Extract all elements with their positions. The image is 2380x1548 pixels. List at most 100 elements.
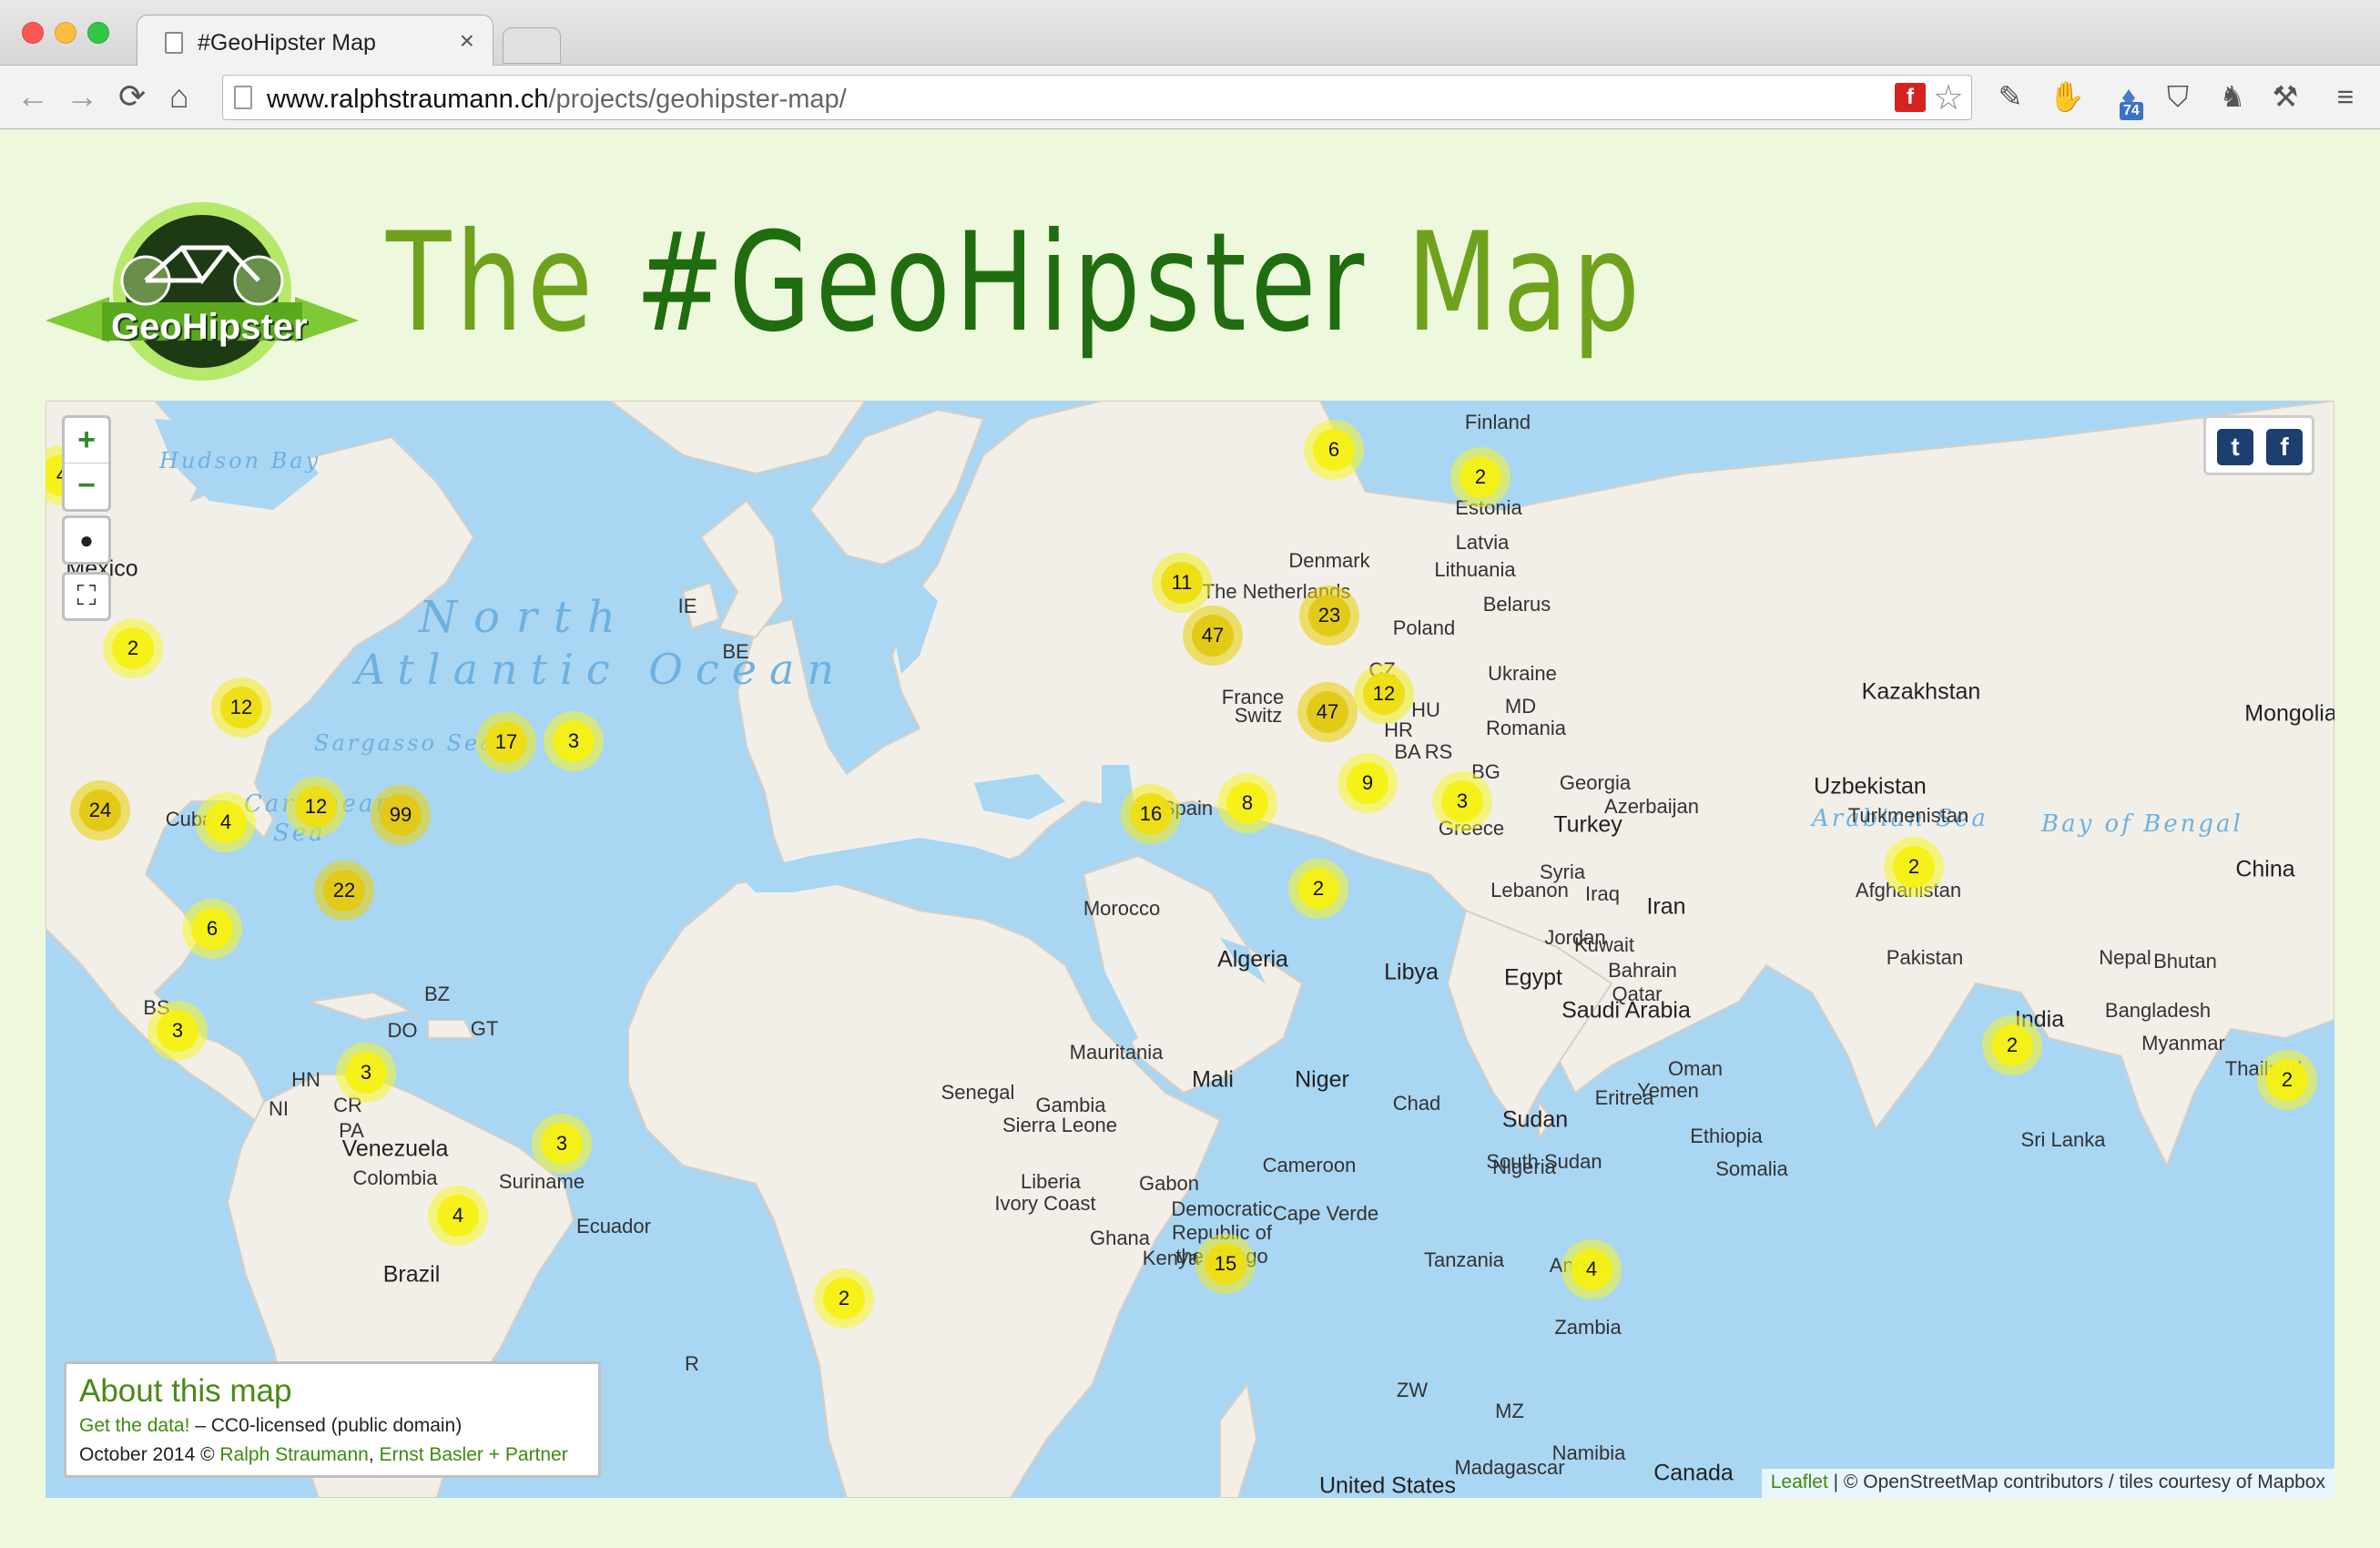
- title-hashtag: #GeoHipster: [635, 204, 1368, 362]
- marker-cluster[interactable]: 2: [103, 618, 163, 678]
- marker-cluster[interactable]: 4: [1561, 1239, 1622, 1299]
- page-title: The #GeoHipster Map: [386, 206, 1644, 361]
- marker-cluster[interactable]: 16: [1121, 784, 1181, 844]
- place-label: BZ: [423, 983, 451, 1005]
- attribution-text: | © OpenStreetMap contributors / tiles c…: [1827, 1472, 2325, 1492]
- marker-cluster[interactable]: 2: [1450, 447, 1510, 507]
- marker-cluster[interactable]: 22: [314, 861, 374, 921]
- marker-cluster[interactable]: 11: [1152, 553, 1212, 613]
- get-data-link[interactable]: Get the data!: [79, 1415, 189, 1436]
- place-label: Iraq: [1585, 882, 1620, 905]
- bookmark-star-icon[interactable]: ☆: [1933, 77, 1964, 118]
- back-button[interactable]: ←: [16, 78, 49, 115]
- place-label: Lebanon: [1490, 879, 1569, 901]
- place-label: Cape Verde: [1272, 1202, 1379, 1225]
- menu-icon[interactable]: ≡: [2327, 78, 2364, 115]
- zoom-in-button[interactable]: +: [65, 418, 108, 463]
- marker-cluster[interactable]: 99: [371, 785, 431, 845]
- place-label: Canada: [1653, 1460, 1734, 1486]
- place-label: NI: [269, 1097, 289, 1120]
- marker-cluster[interactable]: 3: [532, 1114, 592, 1174]
- place-label: Ukraine: [1488, 662, 1557, 685]
- marker-cluster[interactable]: 4: [428, 1186, 488, 1246]
- browser-toolbar: ← → ⟳ ⌂ www.ralphstraumann.ch/projects/g…: [0, 66, 2380, 129]
- close-window-button[interactable]: [22, 22, 44, 44]
- place-label: IE: [677, 595, 697, 617]
- maximize-window-button[interactable]: [87, 22, 109, 44]
- evernote-icon[interactable]: ♞: [2214, 78, 2251, 115]
- place-label: Turkmenistan: [1847, 804, 1969, 827]
- cluster-count: 2: [1460, 456, 1501, 498]
- marker-cluster[interactable]: 6: [182, 899, 242, 959]
- cluster-count: 24: [79, 789, 121, 831]
- browser-titlebar: #GeoHipster Map ×: [0, 0, 2380, 67]
- new-tab-button[interactable]: [503, 27, 561, 64]
- marker-cluster[interactable]: 3: [336, 1043, 396, 1103]
- marker-cluster[interactable]: 15: [1195, 1234, 1256, 1294]
- url-text[interactable]: www.ralphstraumann.ch/projects/geohipste…: [267, 85, 847, 115]
- marker-cluster[interactable]: 3: [544, 711, 604, 771]
- pocket-icon[interactable]: ⛉: [2160, 78, 2196, 115]
- title-map: Map: [1406, 204, 1644, 362]
- fullscreen-button[interactable]: ⛶: [62, 572, 111, 621]
- tab-close-icon[interactable]: ×: [460, 26, 474, 56]
- marker-cluster[interactable]: 47: [1183, 606, 1243, 666]
- place-label: Libya: [1384, 959, 1439, 985]
- marker-cluster[interactable]: 4: [196, 792, 256, 852]
- marker-cluster[interactable]: 2: [1982, 1015, 2042, 1075]
- home-button[interactable]: ⌂: [169, 78, 189, 115]
- marker-cluster[interactable]: 2: [2257, 1050, 2317, 1110]
- marker-cluster[interactable]: 12: [211, 677, 271, 738]
- forward-button[interactable]: →: [66, 78, 98, 115]
- marker-cluster[interactable]: 23: [1299, 586, 1359, 646]
- author-link[interactable]: Ralph Straumann: [219, 1444, 368, 1465]
- place-label: DO: [387, 1019, 418, 1042]
- place-label: Eritrea: [1594, 1086, 1654, 1109]
- share-control: t f: [2203, 415, 2314, 475]
- geohipster-logo: [46, 202, 359, 381]
- marker-cluster[interactable]: 3: [1432, 771, 1492, 831]
- marker-cluster[interactable]: 3: [147, 1001, 208, 1061]
- browser-tab[interactable]: #GeoHipster Map ×: [137, 15, 493, 67]
- place-label: GT: [470, 1017, 499, 1040]
- cluster-count: 2: [1893, 846, 1935, 888]
- flash-icon[interactable]: f: [1895, 83, 1926, 112]
- place-label: Iran: [1646, 893, 1686, 920]
- marker-cluster[interactable]: 6: [1304, 420, 1364, 480]
- facebook-share-button[interactable]: f: [2266, 429, 2303, 465]
- marker-cluster[interactable]: 24: [70, 780, 130, 840]
- place-label: Kuwait: [1573, 933, 1635, 956]
- marker-cluster[interactable]: 12: [286, 777, 346, 837]
- page-icon: [165, 32, 183, 54]
- map[interactable]: North Atlantic Ocean Hudson Bay Sargasso…: [46, 401, 2334, 1498]
- zoom-out-button[interactable]: −: [65, 463, 108, 509]
- about-panel: About this map Get the data! – CC0-licen…: [64, 1361, 601, 1478]
- marker-cluster[interactable]: 9: [1337, 753, 1398, 813]
- marker-cluster[interactable]: 2: [1288, 859, 1348, 919]
- company-link[interactable]: Ernst Basler + Partner: [380, 1444, 568, 1465]
- marker-cluster[interactable]: 47: [1297, 682, 1358, 742]
- place-label: Belarus: [1482, 593, 1551, 616]
- minimize-window-button[interactable]: [55, 22, 76, 44]
- leaflet-link[interactable]: Leaflet: [1771, 1472, 1828, 1492]
- ocean-label: Sargasso Sea: [314, 730, 496, 756]
- place-label: Sudan: [1501, 1106, 1569, 1133]
- marker-cluster[interactable]: 17: [476, 712, 536, 772]
- marker-cluster[interactable]: 12: [1354, 664, 1414, 724]
- cluster-count: 6: [191, 908, 233, 950]
- address-bar[interactable]: www.ralphstraumann.ch/projects/geohipste…: [222, 75, 1972, 120]
- place-label: Nepal: [2099, 946, 2151, 969]
- twitter-share-button[interactable]: t: [2217, 429, 2253, 465]
- marker-cluster[interactable]: 2: [1884, 837, 1944, 897]
- marker-cluster[interactable]: 2: [814, 1268, 874, 1329]
- cluster-count: 2: [1297, 868, 1339, 910]
- wrench-icon[interactable]: ⚒: [2267, 78, 2304, 115]
- marker-cluster[interactable]: 8: [1217, 773, 1277, 833]
- locate-globe-button[interactable]: ●: [62, 515, 111, 565]
- about-title: About this map: [79, 1373, 292, 1409]
- extension-badge: 74: [2120, 102, 2143, 120]
- extension-icon[interactable]: ✎: [1992, 78, 2029, 115]
- adblock-icon[interactable]: ✋: [2049, 78, 2085, 115]
- reload-button[interactable]: ⟳: [118, 78, 146, 115]
- place-label: Chad: [1392, 1092, 1441, 1115]
